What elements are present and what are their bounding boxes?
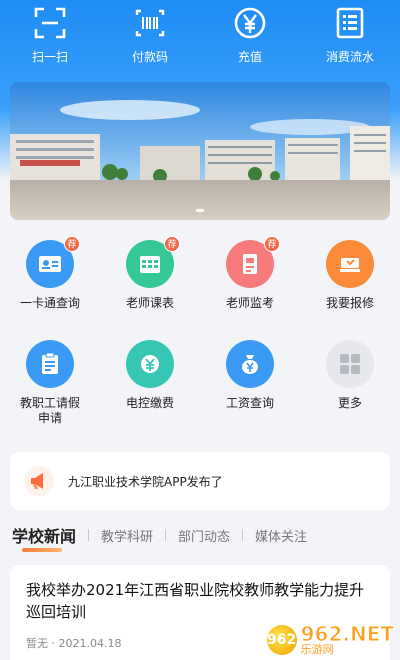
grid-icon-bg <box>326 240 374 288</box>
notice-bar[interactable]: 九江职业技术学院APP发布了 <box>10 452 390 510</box>
grid-label: 工资查询 <box>225 396 274 410</box>
barcode-icon <box>135 9 165 37</box>
watermark-logo: 962 <box>266 625 297 655</box>
repair-icon <box>340 258 360 272</box>
quick-scan-label: 扫一扫 <box>31 50 68 64</box>
megaphone-icon <box>24 466 54 496</box>
quick-paycode-button[interactable]: 付款码 <box>100 0 200 75</box>
yuan-icon <box>234 7 266 39</box>
tab-divider <box>242 529 244 541</box>
grid-item-repair[interactable]: 我要报修 <box>300 240 400 340</box>
campus-banner[interactable] <box>10 82 390 220</box>
grid-item-staff-leave[interactable]: 教职工请假申请 <box>0 340 100 440</box>
news-date: 2021.04.18 <box>58 637 122 650</box>
grid-item-salary[interactable]: 工资查询 <box>200 340 300 440</box>
tab-department-news[interactable]: 部门动态 <box>178 526 230 545</box>
tab-school-news[interactable]: 学校新闻 <box>12 523 76 547</box>
grid-item-teacher-schedule[interactable]: 荐 老师课表 <box>100 236 200 340</box>
tab-divider <box>88 529 90 541</box>
grid-item-electric-fee[interactable]: 电控缴费 <box>100 340 200 440</box>
grid-label: 一卡通查询 <box>19 296 80 310</box>
function-grid: 荐 一卡通查询 荐 老师课表 荐 老师监考 我要报修 教职工请假申请 电控缴费 … <box>0 236 400 440</box>
exam-icon <box>243 254 257 274</box>
grid-label: 老师监考 <box>225 296 274 310</box>
watermark-name: 乐游网 <box>300 643 334 656</box>
quick-actions-bar: 扫一扫 付款码 充值 消费流水 <box>0 0 400 75</box>
tab-divider <box>165 529 167 541</box>
grid-label: 老师课表 <box>125 296 174 310</box>
news-title: 我校举办2021年江西省职业院校教师教学能力提升巡回培训 <box>26 581 365 621</box>
news-author: 暂无 <box>26 637 48 650</box>
site-watermark: 962 962.NET 乐游网 <box>266 622 395 656</box>
tab-teaching-research[interactable]: 教学科研 <box>101 526 153 545</box>
quick-recharge-button[interactable]: 充值 <box>200 0 300 75</box>
active-tab-indicator <box>22 548 62 552</box>
scan-icon <box>34 7 66 39</box>
grid-icon-bg <box>326 340 374 388</box>
grid-label: 教职工请假申请 <box>19 396 80 425</box>
grid-item-teacher-exam[interactable]: 荐 老师监考 <box>200 236 300 340</box>
meta-dot: · <box>51 637 59 650</box>
news-tabs: 学校新闻 教学科研 部门动态 媒体关注 <box>0 518 400 552</box>
tab-media-focus[interactable]: 媒体关注 <box>255 526 307 545</box>
grid-icon-bg: 荐 <box>26 236 80 288</box>
grid-item-more[interactable]: 更多 <box>300 340 400 440</box>
quick-records-button[interactable]: 消费流水 <box>300 0 400 75</box>
electric-icon <box>141 355 159 373</box>
recommend-badge: 荐 <box>64 236 80 252</box>
recommend-badge: 荐 <box>164 236 180 252</box>
grid-label: 更多 <box>337 396 362 410</box>
grid-icon-bg <box>126 340 174 388</box>
notice-text: 九江职业技术学院APP发布了 <box>68 474 223 489</box>
quick-scan-button[interactable]: 扫一扫 <box>0 0 100 75</box>
quick-records-label: 消费流水 <box>325 50 374 64</box>
leave-icon <box>42 352 58 374</box>
recommend-badge: 荐 <box>264 236 280 252</box>
watermark-site: 962.NET <box>300 622 394 646</box>
quick-paycode-label: 付款码 <box>131 50 168 64</box>
list-icon <box>336 7 364 39</box>
grid-icon-bg <box>26 340 74 388</box>
grid-icon-bg <box>226 340 274 388</box>
grid-icon-bg: 荐 <box>226 236 280 288</box>
grid-item-card-query[interactable]: 荐 一卡通查询 <box>0 236 100 340</box>
campus-photo <box>10 82 390 220</box>
schedule-icon <box>140 256 160 273</box>
grid-icon-bg: 荐 <box>126 236 180 288</box>
grid-label: 我要报修 <box>325 296 374 310</box>
more-icon <box>340 354 360 374</box>
salary-icon <box>242 355 258 374</box>
banner-page-indicator <box>196 209 204 212</box>
quick-recharge-label: 充值 <box>237 50 262 64</box>
grid-label: 电控缴费 <box>125 396 174 410</box>
id-card-icon <box>39 256 61 272</box>
